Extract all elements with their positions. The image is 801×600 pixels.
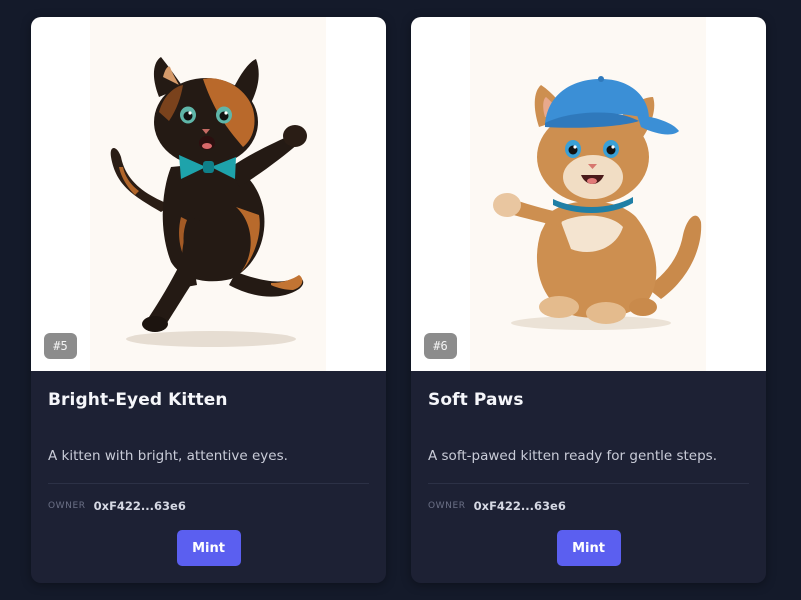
nft-title: Soft Paws [428, 390, 524, 410]
owner-row: OWNER 0xF422...63e6 [428, 499, 566, 513]
nft-title: Bright-Eyed Kitten [48, 390, 228, 410]
nft-card-grid: #5 Bright-Eyed Kitten A kitten with brig… [0, 0, 801, 600]
nft-image: #5 [31, 17, 386, 371]
mint-button[interactable]: Mint [176, 530, 241, 566]
tortoiseshell-kitten-illustration [110, 57, 307, 347]
nft-description: A kitten with bright, attentive eyes. [48, 448, 288, 464]
nft-description: A soft-pawed kitten ready for gentle ste… [428, 448, 717, 464]
card-body: Bright-Eyed Kitten A kitten with bright,… [31, 371, 386, 583]
card-body: Soft Paws A soft-pawed kitten ready for … [411, 371, 766, 583]
nft-image: #6 [411, 17, 766, 371]
owner-address: 0xF422...63e6 [93, 499, 186, 513]
divider [48, 483, 369, 484]
owner-address: 0xF422...63e6 [473, 499, 566, 513]
divider [428, 483, 749, 484]
nft-card: #5 Bright-Eyed Kitten A kitten with brig… [31, 17, 386, 583]
orange-kitten-illustration [493, 76, 702, 330]
owner-row: OWNER 0xF422...63e6 [48, 499, 186, 513]
token-id-badge: #5 [44, 333, 77, 359]
token-id-badge: #6 [424, 333, 457, 359]
owner-label: OWNER [428, 501, 466, 511]
mint-button[interactable]: Mint [556, 530, 621, 566]
nft-card: #6 Soft Paws A soft-pawed kitten ready f… [411, 17, 766, 583]
owner-label: OWNER [48, 501, 86, 511]
